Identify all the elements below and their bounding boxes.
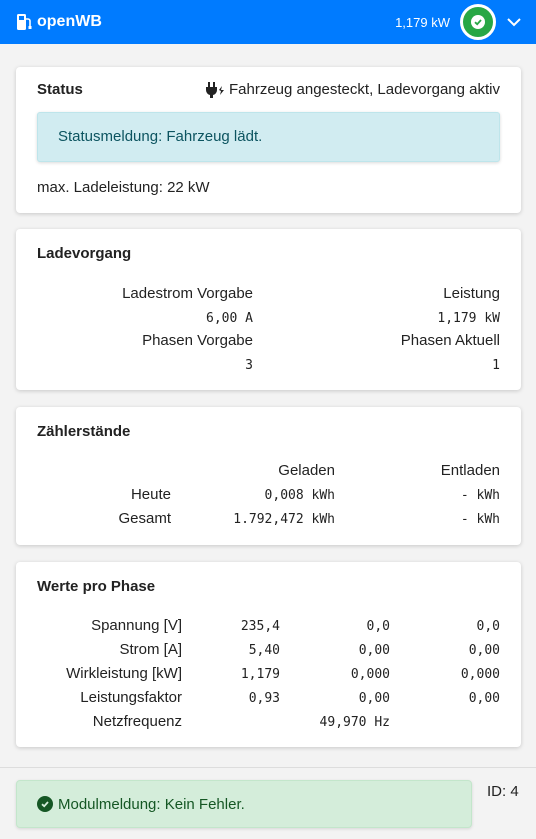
leistungsfaktor-l1: 0,93	[248, 691, 280, 706]
status-indicator[interactable]	[460, 4, 496, 40]
row-gesamt-entladen: - kWh	[460, 512, 500, 527]
module-id: ID: 4	[487, 783, 519, 800]
leistung-value: 1,179 kW	[437, 311, 500, 326]
row-heute-label: Heute	[130, 486, 171, 503]
status-card: Status Fahrzeug angesteckt, Ladevorgang …	[16, 67, 521, 213]
ladestrom-label: Ladestrom Vorgabe	[122, 285, 253, 302]
spannung-label: Spannung [V]	[91, 617, 182, 634]
brand-name: openWB	[37, 13, 102, 30]
wirkleistung-l3: 0,000	[460, 667, 500, 682]
plug-icon	[205, 81, 224, 98]
phasen-card: Werte pro Phase Spannung [V] 235,4 0,0 0…	[16, 562, 521, 747]
zaehler-card: Zählerstände Geladen Entladen Heute 0,00…	[16, 407, 521, 545]
ladestrom-value: 6,00 A	[206, 311, 253, 326]
netzfrequenz-label: Netzfrequenz	[92, 713, 182, 730]
col-entladen: Entladen	[440, 462, 500, 479]
phasen-vorgabe-label: Phasen Vorgabe	[142, 332, 253, 349]
row-gesamt-geladen: 1.792,472 kWh	[233, 512, 335, 527]
row-heute-entladen: - kWh	[460, 488, 500, 503]
module-message-text: Modulmeldung: Kein Fehler.	[58, 795, 245, 813]
col-geladen: Geladen	[278, 462, 335, 479]
leistung-label: Leistung	[443, 285, 500, 302]
phasen-title: Werte pro Phase	[37, 578, 156, 595]
footer-divider	[0, 767, 536, 768]
spannung-l3: 0,0	[476, 619, 500, 634]
ladevorgang-card: Ladevorgang Ladestrom Vorgabe 6,00 A Lei…	[16, 229, 521, 390]
leistungsfaktor-l2: 0,00	[358, 691, 390, 706]
spannung-l1: 235,4	[240, 619, 280, 634]
ladevorgang-title: Ladevorgang	[37, 245, 132, 262]
chevron-down-icon[interactable]	[506, 14, 522, 30]
zaehler-title: Zählerstände	[37, 423, 131, 440]
netzfrequenz-value: 49,970 Hz	[319, 715, 390, 730]
strom-l3: 0,00	[468, 643, 500, 658]
top-navbar: openWB 1,179 kW	[0, 0, 536, 44]
total-power: 1,179 kW	[395, 14, 450, 30]
check-circle-icon	[471, 15, 485, 29]
wirkleistung-l2: 0,000	[350, 667, 390, 682]
check-circle-icon	[37, 796, 53, 812]
spannung-l2: 0,0	[366, 619, 390, 634]
phasen-vorgabe-value: 3	[245, 358, 253, 373]
max-charge-power: max. Ladeleistung: 22 kW	[37, 179, 210, 196]
row-heute-geladen: 0,008 kWh	[264, 488, 335, 503]
strom-label: Strom [A]	[119, 641, 182, 658]
wirkleistung-l1: 1,179	[240, 667, 280, 682]
status-title: Status	[37, 81, 83, 98]
strom-l1: 5,40	[248, 643, 280, 658]
wirkleistung-label: Wirkleistung [kW]	[66, 665, 182, 682]
charger-logo-icon	[17, 14, 32, 30]
row-gesamt-label: Gesamt	[118, 510, 171, 527]
phasen-aktuell-label: Phasen Aktuell	[400, 332, 500, 349]
leistungsfaktor-l3: 0,00	[468, 691, 500, 706]
status-message: Statusmeldung: Fahrzeug lädt.	[37, 112, 500, 162]
brand[interactable]: openWB	[16, 13, 102, 31]
plug-status: Fahrzeug angesteckt, Ladevorgang aktiv	[205, 81, 500, 98]
plug-status-text: Fahrzeug angesteckt, Ladevorgang aktiv	[228, 81, 500, 98]
leistungsfaktor-label: Leistungsfaktor	[80, 689, 182, 706]
strom-l2: 0,00	[358, 643, 390, 658]
module-message: Modulmeldung: Kein Fehler.	[16, 780, 472, 828]
phasen-aktuell-value: 1	[492, 358, 500, 373]
